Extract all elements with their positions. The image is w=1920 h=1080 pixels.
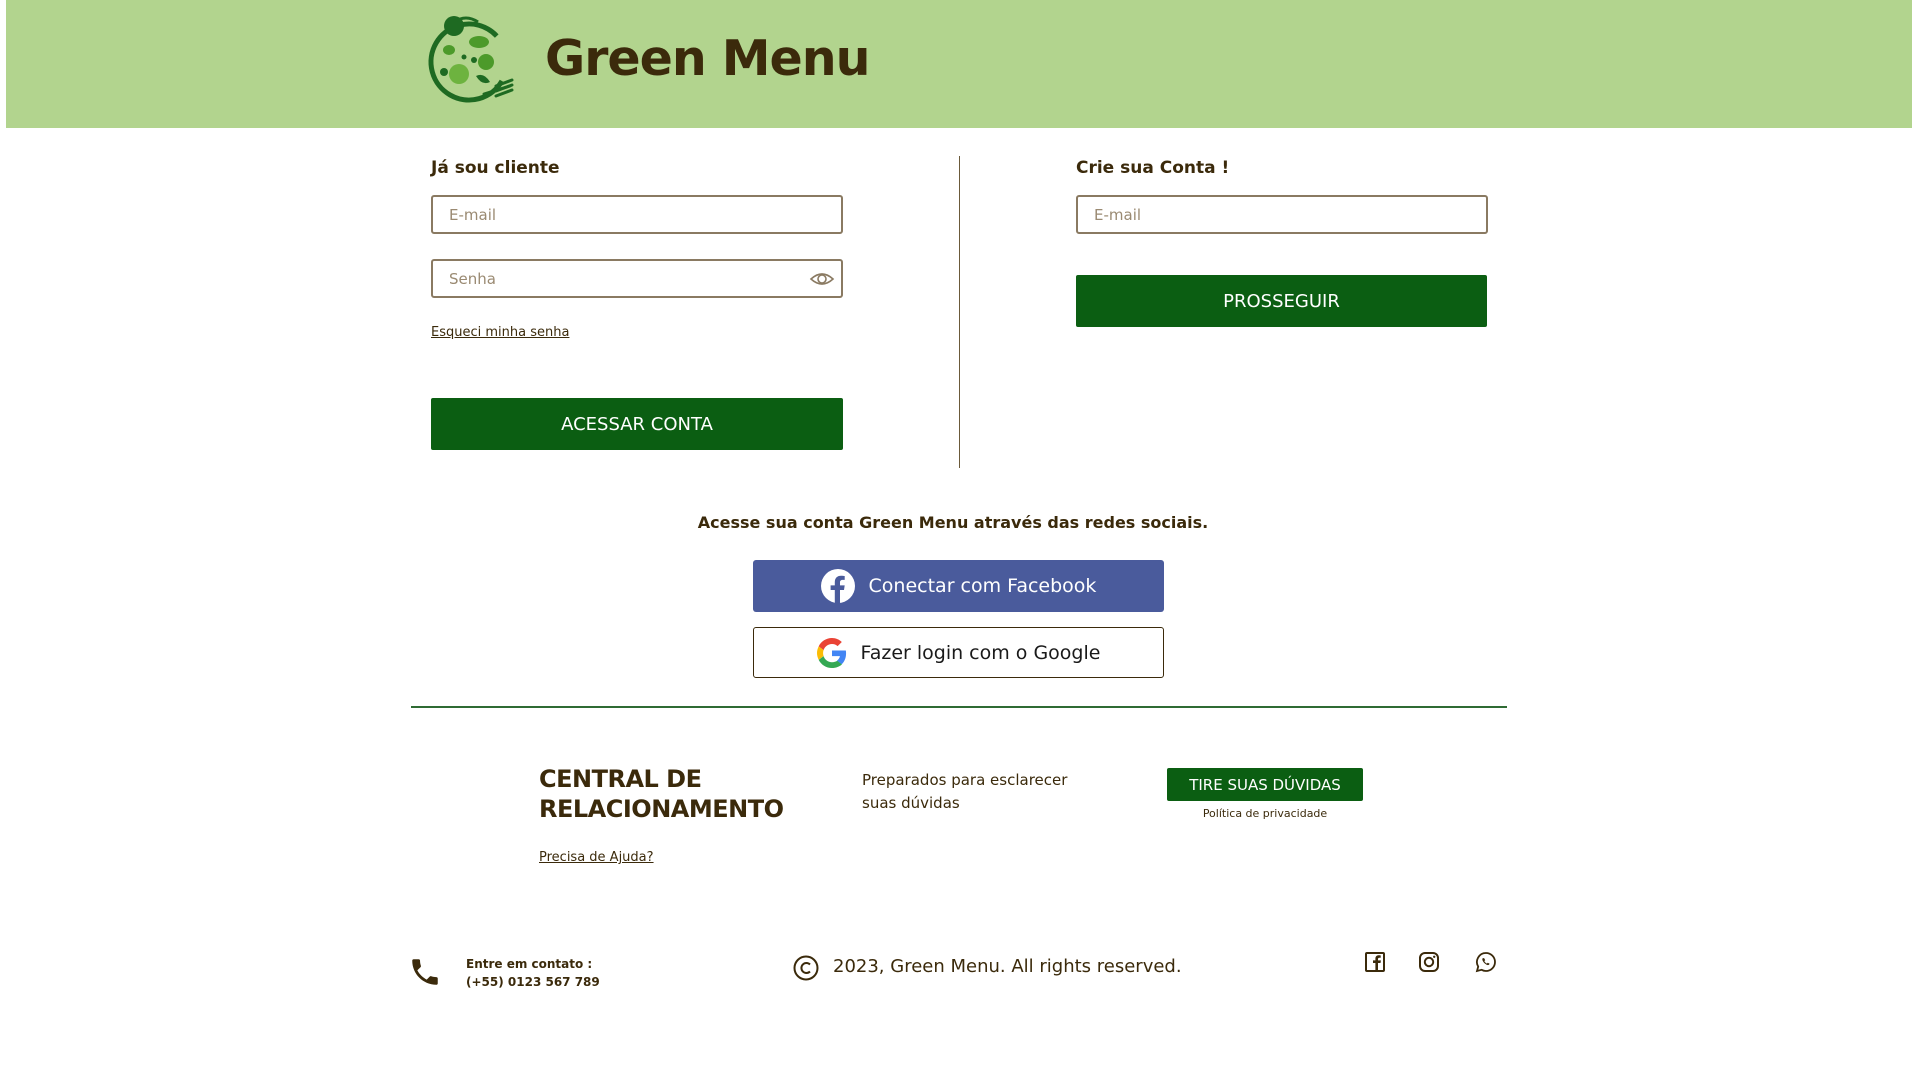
login-email-input[interactable] [433, 197, 841, 232]
login-password-input[interactable] [433, 261, 841, 296]
phone-icon [412, 959, 438, 985]
social-login-title: Acesse sua conta Green Menu através das … [697, 513, 1209, 532]
brand-title: Green Menu [545, 30, 871, 87]
left-edge [0, 0, 6, 1080]
signup-title: Crie sua Conta ! [1076, 158, 1230, 178]
proceed-button[interactable]: PROSSEGUIR [1076, 275, 1487, 327]
login-title: Já sou cliente [431, 158, 560, 178]
support-title-line1: CENTRAL DE [539, 765, 702, 793]
login-email-field[interactable] [431, 195, 843, 234]
facebook-icon [820, 569, 855, 603]
forgot-password-link[interactable]: Esqueci minha senha [431, 325, 569, 340]
support-description-line1: Preparados para esclarecer [862, 771, 1068, 789]
support-title: CENTRAL DE RELACIONAMENTO [539, 764, 784, 824]
copyright-text: 2023, Green Menu. All rights reserved. [833, 956, 1182, 977]
vertical-divider [959, 156, 960, 468]
ask-questions-button[interactable]: TIRE SUAS DÚVIDAS [1167, 768, 1363, 801]
copyright-icon [793, 955, 819, 981]
instagram-icon[interactable] [1418, 951, 1440, 973]
support-description: Preparados para esclarecer suas dúvidas [862, 769, 1067, 815]
google-icon [816, 637, 846, 668]
facebook-login-button[interactable]: Conectar com Facebook [753, 560, 1164, 612]
signup-email-field[interactable] [1076, 195, 1488, 234]
salad-bowl-logo-icon[interactable] [424, 12, 518, 106]
contact-phone: (+55) 0123 567 789 [466, 975, 600, 989]
login-password-field[interactable] [431, 259, 843, 298]
privacy-policy-link[interactable]: Política de privacidade [1167, 807, 1363, 820]
facebook-icon[interactable] [1364, 951, 1386, 973]
horizontal-divider [411, 706, 1507, 708]
whatsapp-icon[interactable] [1475, 951, 1497, 973]
access-account-button[interactable]: ACESSAR CONTA [431, 398, 843, 450]
support-title-line2: RELACIONAMENTO [539, 795, 784, 823]
header-bar [6, 0, 1912, 128]
help-link[interactable]: Precisa de Ajuda? [539, 850, 654, 865]
signup-email-input[interactable] [1078, 197, 1486, 232]
eye-icon[interactable] [809, 269, 835, 289]
google-login-button[interactable]: Fazer login com o Google [753, 627, 1164, 678]
google-login-label: Fazer login com o Google [860, 641, 1101, 664]
support-description-line2: suas dúvidas [862, 794, 960, 812]
facebook-login-label: Conectar com Facebook [868, 575, 1097, 597]
contact-label: Entre em contato : [466, 957, 593, 971]
